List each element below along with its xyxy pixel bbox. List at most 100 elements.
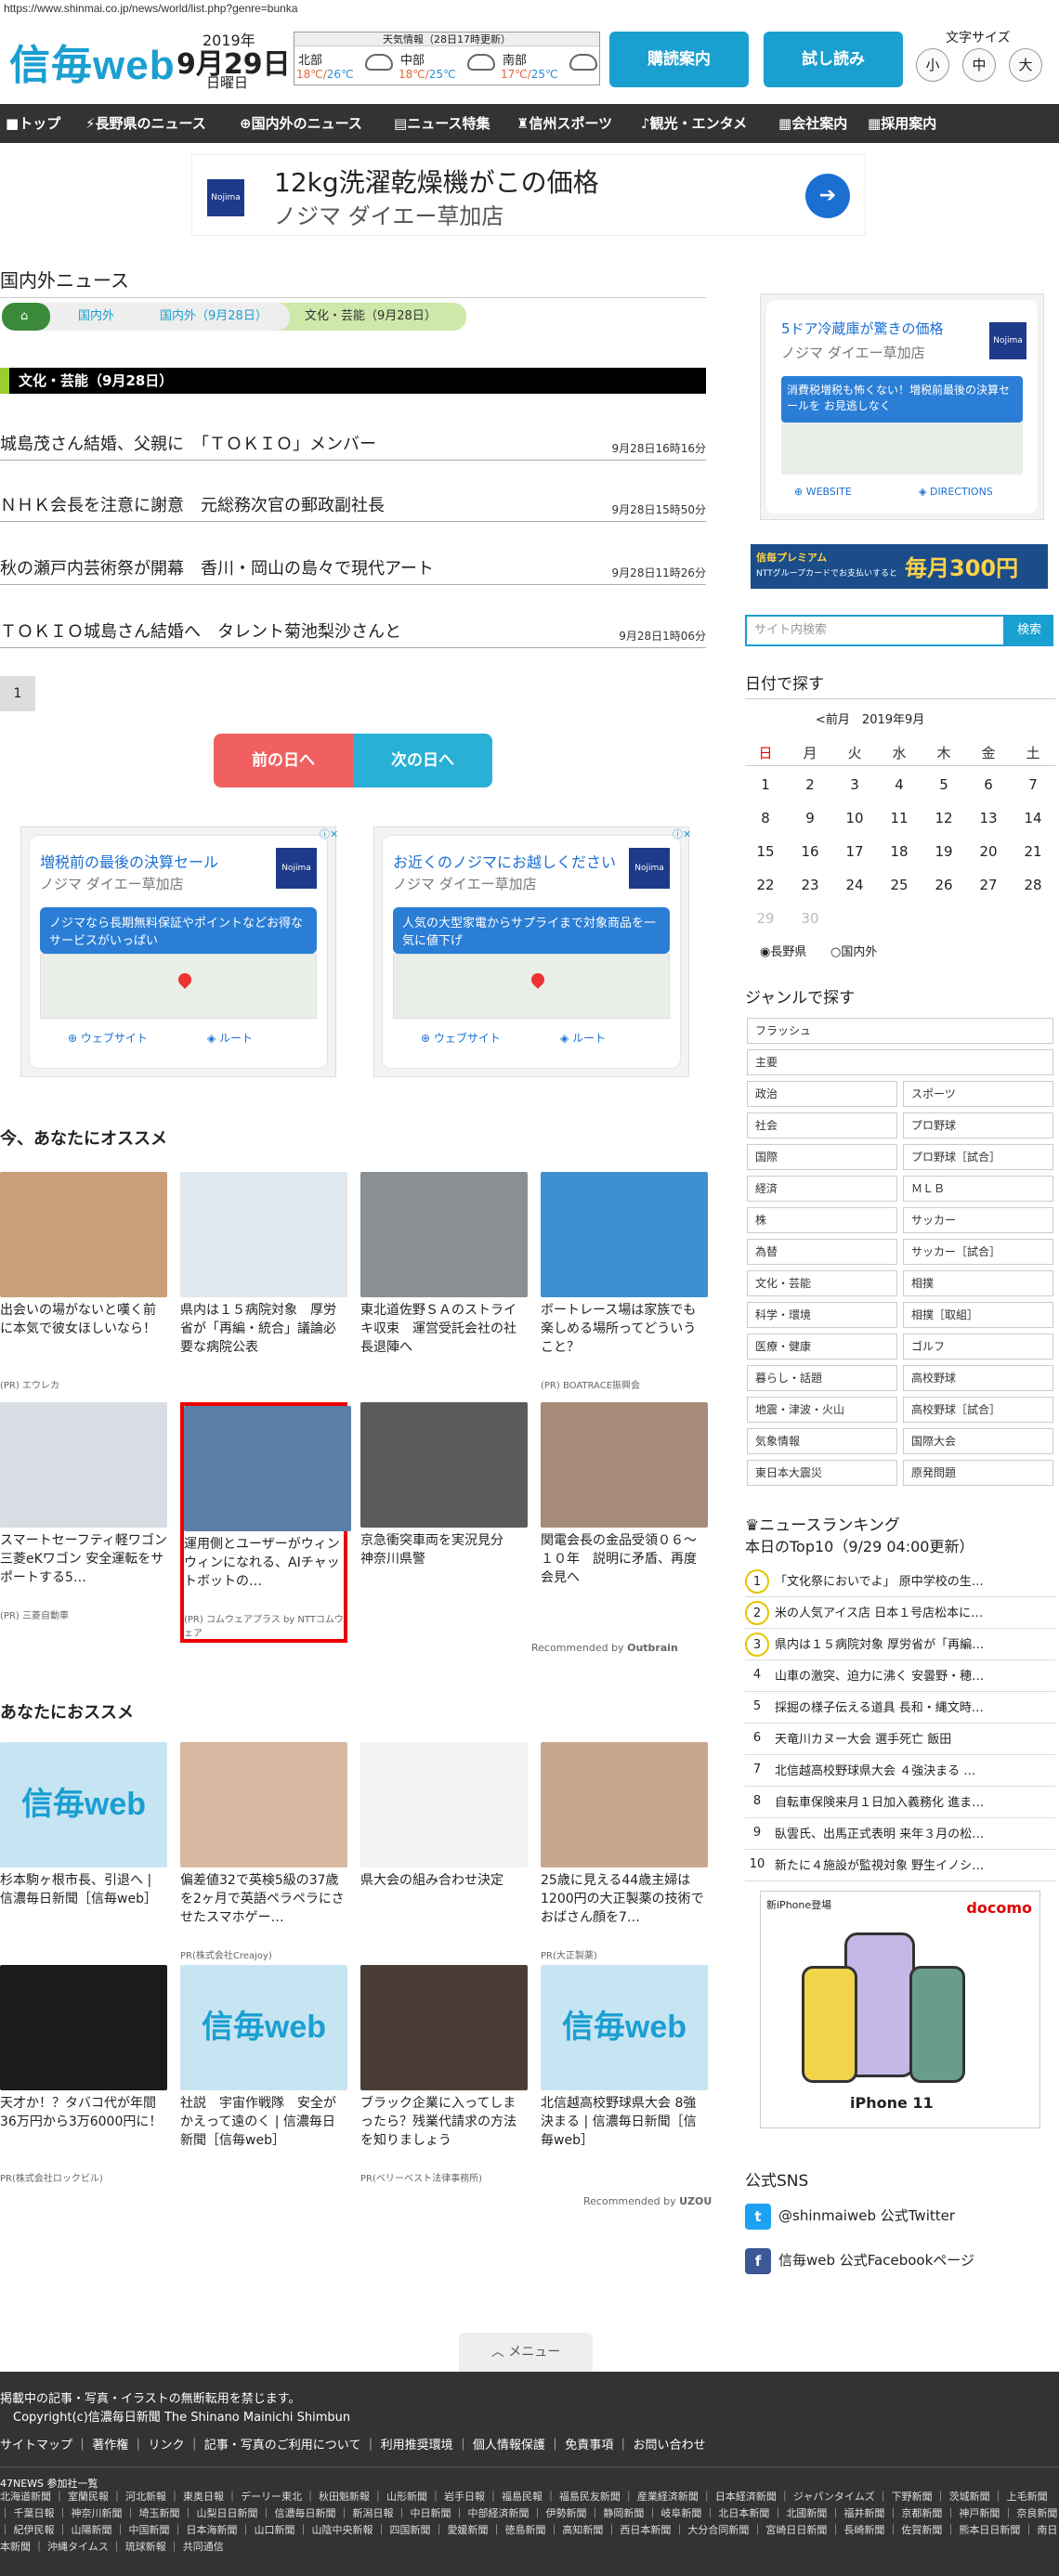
ranking-title[interactable]: 採掘の様子伝える道具 長和・縄文時… [775, 1701, 984, 1715]
breadcrumb-date[interactable]: 国内外（9月28日） [132, 303, 290, 331]
calendar-day[interactable]: 27 [966, 877, 1011, 893]
recommend-tile[interactable]: スマートセーフティ軽ワゴン三菱eKワゴン 安全運転をサポートする5… (PR) 三… [0, 1402, 167, 1621]
recommend-image[interactable] [541, 1172, 708, 1297]
map-image[interactable] [393, 954, 670, 1019]
recommend-caption[interactable]: 出会いの場がないと嘆く前に本気で彼女ほしいなら！ [0, 1301, 167, 1375]
calendar-day[interactable]: 22 [743, 877, 788, 893]
genre-item[interactable]: 医療・健康 [747, 1334, 897, 1360]
ranking-item[interactable]: 5 採掘の様子伝える道具 長和・縄文時… [745, 1694, 1055, 1724]
genre-item[interactable]: 相撲 [903, 1270, 1053, 1296]
genre-item[interactable]: 東日本大震災 [747, 1460, 897, 1486]
calendar-day[interactable]: 8 [743, 810, 788, 826]
website-button[interactable]: ⊕ WEBSITE [794, 486, 852, 498]
genre-item[interactable]: 為替 [747, 1239, 897, 1265]
recommend-caption[interactable]: 運用側とユーザーがウィンウィンになれる、AIチャットボットの… [184, 1535, 344, 1609]
ranking-title[interactable]: 天竜川カヌー大会 選手死亡 飯田 [775, 1733, 951, 1747]
recommend-caption[interactable]: ボートレース場は家族でも楽しめる場所ってどういうこと？ [541, 1301, 708, 1375]
recommend-image[interactable] [0, 1172, 167, 1297]
nav-features[interactable]: ▤ニュース特集 [394, 104, 490, 143]
genre-item[interactable]: ゴルフ [903, 1334, 1053, 1360]
recommend-image[interactable] [360, 1965, 528, 2090]
calendar-day[interactable]: 20 [966, 843, 1011, 860]
breadcrumb-domestic[interactable]: 国内外 [41, 303, 150, 331]
map-ad[interactable]: お近くのノジマにお越しください ノジマ ダイエー草加店 Nojima 人気の大型… [373, 826, 689, 1077]
genre-item[interactable]: 高校野球［試合］ [903, 1397, 1053, 1423]
genre-item[interactable]: プロ野球［試合］ [903, 1144, 1053, 1170]
article-row[interactable]: 城島茂さん結婚、父親に 「ＴＯＫＩＯ」メンバー 9月28日16時16分 [0, 429, 706, 461]
calendar-day[interactable]: 16 [788, 843, 832, 860]
calendar-day[interactable]: 19 [922, 843, 966, 860]
genre-item[interactable]: 主要 [747, 1049, 1053, 1075]
calendar-day[interactable]: 18 [877, 843, 922, 860]
recommended-by-uzou[interactable]: Recommended by UZOU [583, 2195, 712, 2207]
recommend-image[interactable]: 信毎web [180, 1965, 347, 2090]
article-row[interactable]: 秋の瀬戸内芸術祭が開幕 香川・岡山の島々で現代アート 9月28日11時26分 [0, 553, 706, 585]
genre-item[interactable]: 地震・津波・火山 [747, 1397, 897, 1423]
genre-item[interactable]: サッカー [903, 1207, 1053, 1233]
home-icon[interactable]: ⌂ [2, 303, 50, 331]
ranking-item[interactable]: 2 米の人気アイス店 日本１号店松本に… [745, 1599, 1055, 1629]
calendar-day[interactable]: 1 [743, 776, 788, 793]
article-row[interactable]: ＴＯＫＩＯ城島さん結婚へ タレント菊池梨沙さんと 9月28日1時06分 [0, 617, 706, 648]
radio-domestic[interactable]: ○国内外 [830, 942, 877, 959]
recommend-caption[interactable]: 偏差値32で英検5級の37歳を2ヶ月で英語ペラペラにさせたスマホゲー… [180, 1871, 347, 1945]
nav-company[interactable]: ▦会社案内 [778, 104, 847, 143]
nav-domestic-world[interactable]: ⊕国内外のニュース [240, 104, 362, 143]
ranking-title[interactable]: 臥雲氏、出馬正式表明 来年３月の松… [775, 1828, 984, 1841]
genre-item[interactable]: 高校野球 [903, 1365, 1053, 1391]
calendar-day[interactable]: 21 [1011, 843, 1055, 860]
recommend-caption[interactable]: 京急衝突車両を実況見分 神奈川県警 [360, 1531, 528, 1606]
nav-top[interactable]: ■トップ [6, 104, 60, 143]
recommend-image[interactable] [0, 1402, 167, 1528]
recommend-image[interactable] [541, 1742, 708, 1867]
recommend-caption[interactable]: 25歳に見える44歳主婦は1200円の大正製薬の技術でおばさん顔を7… [541, 1871, 708, 1945]
genre-item[interactable]: 社会 [747, 1112, 897, 1138]
recommend-tile[interactable]: 出会いの場がないと嘆く前に本気で彼女ほしいなら！ (PR) エウレカ [0, 1172, 167, 1391]
genre-item[interactable]: スポーツ [903, 1081, 1053, 1107]
docomo-ad[interactable]: 新iPhone登場 docomo iPhone 11 [760, 1891, 1040, 2128]
calendar-day[interactable]: 29 [743, 910, 788, 927]
recommend-tile[interactable]: ボートレース場は家族でも楽しめる場所ってどういうこと？ (PR) BOATRACE… [541, 1172, 708, 1391]
font-large-button[interactable]: 大 [1009, 48, 1042, 82]
recommend-tile[interactable]: 県内は１５病院対象 厚労省が「再編・統合」議論必要な病院公表 [180, 1172, 347, 1377]
genre-item[interactable]: 気象情報 [747, 1428, 897, 1454]
recommend-caption[interactable]: 関電会長の金品受領０６～１０年 説明に矛盾、再度会見へ [541, 1531, 708, 1606]
website-button[interactable]: ⊕ ウェブサイト [68, 1030, 148, 1046]
recommend-caption[interactable]: 県内は１５病院対象 厚労省が「再編・統合」議論必要な病院公表 [180, 1301, 347, 1375]
ranking-title[interactable]: 県内は１５病院対象 厚労省が「再編… [775, 1638, 984, 1652]
genre-item[interactable]: フラッシュ [747, 1018, 1053, 1044]
article-title[interactable]: 城島茂さん結婚、父親に 「ＴＯＫＩＯ」メンバー [0, 431, 376, 455]
recommend-image[interactable] [360, 1742, 528, 1867]
genre-item[interactable]: ＭＬＢ [903, 1176, 1053, 1202]
genre-item[interactable]: プロ野球 [903, 1112, 1053, 1138]
map-image[interactable] [40, 954, 317, 1019]
genre-item[interactable]: 科学・環境 [747, 1302, 897, 1328]
ranking-item[interactable]: 7 北信越高校野球県大会 ４強決まる … [745, 1757, 1055, 1787]
footer-papers[interactable]: 北海道新聞 ｜ 室蘭民報 ｜ 河北新報 ｜ 東奥日報 ｜ デーリー東北 ｜ 秋田… [0, 2489, 1059, 2556]
ranking-title[interactable]: 山車の激突、迫力に沸く 安曇野・穂… [775, 1670, 984, 1684]
recommend-tile[interactable]: 25歳に見える44歳主婦は1200円の大正製薬の技術でおばさん顔を7… PR(大正… [541, 1742, 708, 1961]
ranking-item[interactable]: 6 天竜川カヌー大会 選手死亡 飯田 [745, 1725, 1055, 1755]
recommend-tile[interactable]: 運用側とユーザーがウィンウィンになれる、AIチャットボットの… (PR) コムウェ… [180, 1402, 351, 1643]
calendar-day[interactable]: 26 [922, 877, 966, 893]
font-medium-button[interactable]: 中 [962, 48, 996, 82]
ranking-title[interactable]: 新たに４施設が監視対象 野生イノシ… [775, 1859, 984, 1873]
recommend-caption[interactable]: 東北道佐野ＳＡのストライキ収束 運営受託会社の社長退陣へ [360, 1301, 528, 1375]
site-logo[interactable]: 信毎web [9, 32, 176, 91]
prev-month-link[interactable]: <前月 [816, 713, 850, 727]
recommend-tile[interactable]: 天才か！？タバコ代が年間36万円から3万6000円に！ PR(株式会社ロックビル) [0, 1965, 167, 2184]
calendar-day[interactable]: 11 [877, 810, 922, 826]
calendar-day[interactable]: 28 [1011, 877, 1055, 893]
recommend-caption[interactable]: 天才か！？タバコ代が年間36万円から3万6000円に！ [0, 2094, 167, 2168]
route-button[interactable]: ◈ ルート [207, 1030, 253, 1046]
top-ad-banner[interactable]: Nojima 12kg洗濯乾燥機がこの価格 ノジマ ダイエー草加店 ➔ [191, 154, 866, 236]
menu-toggle[interactable]: ︿ メニュー [459, 2333, 593, 2372]
recommend-image[interactable] [0, 1965, 167, 2090]
recommend-tile[interactable]: 信毎web 社説 宇宙作戦隊 安全がかえって遠のく | 信濃毎日新聞［信毎web］ [180, 1965, 347, 2170]
article-row[interactable]: ＮＨＫ会長を注意に謝意 元総務次官の郵政副社長 9月28日15時50分 [0, 490, 706, 522]
ranking-item[interactable]: 10 新たに４施設が監視対象 野生イノシ… [745, 1852, 1055, 1881]
calendar-day[interactable]: 9 [788, 810, 832, 826]
recommend-tile[interactable]: 京急衝突車両を実況見分 神奈川県警 [360, 1402, 528, 1607]
address-url[interactable]: https://www.shinmai.co.jp/news/world/lis… [4, 2, 298, 15]
recommended-by[interactable]: Recommended by Outbrain [531, 1642, 678, 1654]
